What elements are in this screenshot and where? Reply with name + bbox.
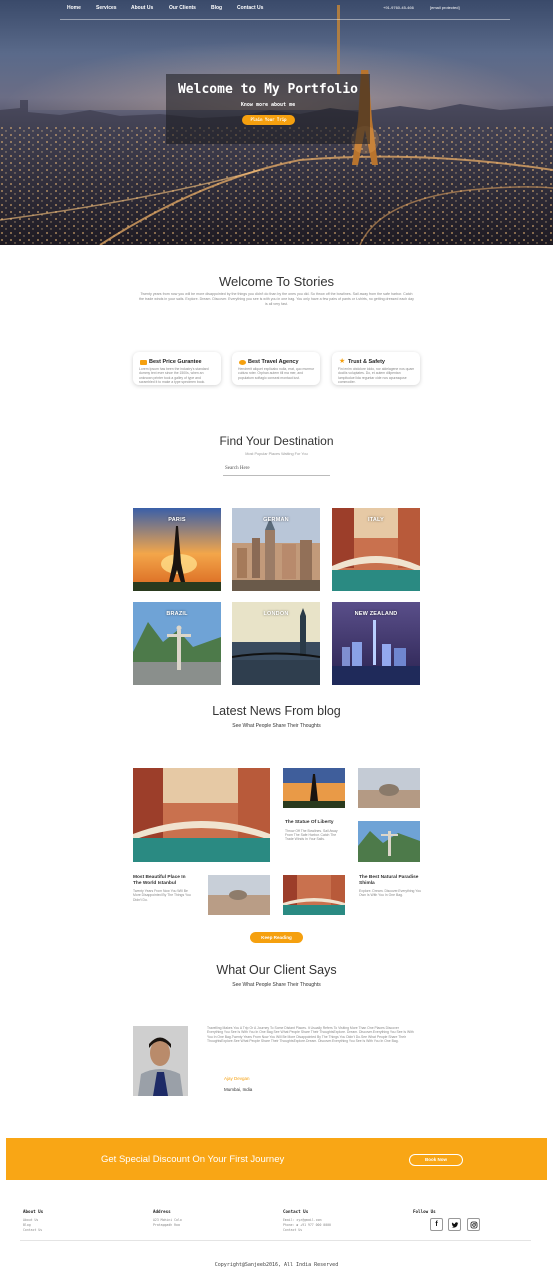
book-now-button[interactable]: Book Now <box>409 1154 463 1166</box>
star-icon: ★ <box>339 358 346 365</box>
nav-our-clients[interactable]: Our Clients <box>169 5 196 11</box>
news-card-text: Twenty Years From Now You Will Be More D… <box>133 889 191 902</box>
footer-address-title: Address <box>153 1209 171 1214</box>
client-avatar <box>133 1026 188 1096</box>
news-title: Latest News From blog <box>212 704 341 718</box>
hero-title: Welcome to My Portfolio <box>177 82 358 97</box>
news-image-city[interactable] <box>208 875 270 915</box>
stories-text: Twenty years from now you will be more d… <box>139 292 414 306</box>
destination-title: Find Your Destination <box>219 434 334 448</box>
feature-card-trust: ★ Trust & Safety Fini enim obdolore idol… <box>332 352 420 385</box>
footer-follow-title: Follow Us <box>413 1209 436 1214</box>
news-card-shimla: The Best Natural Paradise Shimla Explore… <box>359 875 421 898</box>
nav-about-us[interactable]: About Us <box>131 5 153 11</box>
news-card-liberty: The Statue Of Liberty Throw Off The Bowl… <box>283 820 345 841</box>
feature-text: Fini enim obdolore idolo, nor aldelagene… <box>338 367 415 385</box>
clients-subtitle: See What People Share Their Thoughts <box>232 982 321 988</box>
news-image-paris[interactable] <box>283 768 345 808</box>
destination-tile-italy[interactable]: ITALY <box>332 508 420 591</box>
nav-services[interactable]: Services <box>96 5 117 11</box>
client-quote: Travelling Makes You A Trip Or A Journey… <box>207 1026 414 1044</box>
facebook-icon[interactable]: f <box>430 1218 443 1231</box>
news-image-venice[interactable] <box>133 768 270 862</box>
nav-divider <box>60 19 510 20</box>
heart-icon <box>239 360 246 365</box>
instagram-icon[interactable] <box>467 1218 480 1231</box>
footer-contact-title: Contact Us <box>283 1209 309 1214</box>
news-card-title[interactable]: The Statue Of Liberty <box>285 820 345 826</box>
news-card-text: Explore. Dream. Discover.Everything You … <box>359 889 422 898</box>
news-image-venice-small[interactable] <box>283 875 345 915</box>
keep-reading-button[interactable]: Keep Reading <box>250 932 303 943</box>
tile-label: BRAZIL <box>166 611 188 617</box>
top-navigation: Home Services About Us Our Clients Blog … <box>0 0 553 20</box>
client-location: Mumbai, India <box>224 1087 253 1092</box>
client-name: Ajay Devgan <box>224 1076 250 1081</box>
nav-phone[interactable]: +91-9760-45-466 <box>383 5 414 10</box>
nav-contact-us[interactable]: Contact Us <box>237 5 263 11</box>
footer-contact-link[interactable]: Contact Us <box>23 1228 42 1233</box>
destination-tile-paris[interactable]: PARIS <box>133 508 221 591</box>
feature-card-price: Best Price Gurantee Lorem Ipsum has been… <box>133 352 221 385</box>
tile-label: GERMAN <box>263 517 289 523</box>
news-card-text: Throw Off The Bowlines. Sail Away From T… <box>285 828 338 842</box>
destination-tile-london[interactable]: LONDON <box>232 602 320 685</box>
footer-divider <box>20 1240 531 1241</box>
news-card-title[interactable]: The Best Natural Paradise Shimla <box>359 875 421 886</box>
feature-title: Trust & Safety <box>348 359 385 365</box>
news-card-istanbul: Most Beautiful Place In The World Istanb… <box>133 875 195 902</box>
news-image-istanbul[interactable] <box>358 768 420 808</box>
feature-text: Lorem Ipsum has been the industry's stan… <box>139 367 209 385</box>
clients-title: What Our Client Says <box>216 963 337 977</box>
destination-search-input[interactable]: Search Here <box>223 463 330 476</box>
destination-tile-german[interactable]: GERMAN <box>232 508 320 591</box>
feature-title: Best Travel Agency <box>248 359 299 365</box>
copyright-text: Copyright@Sanjeeb2016, All India Reserve… <box>214 1262 339 1268</box>
news-card-title[interactable]: Most Beautiful Place In The World Istanb… <box>133 875 195 886</box>
news-subtitle: See What People Share Their Thoughts <box>232 723 321 729</box>
wallet-icon <box>140 360 147 365</box>
banner-text: Get Special Discount On Your First Journ… <box>101 1154 285 1165</box>
feature-card-agency: Best Travel Agency Hendrerit aliquet exp… <box>232 352 320 385</box>
feature-title: Best Price Gurantee <box>149 359 202 365</box>
plan-trip-button[interactable]: Plain Your Trip <box>242 115 295 125</box>
footer-address-line: Pratapgadh Roa <box>153 1223 180 1227</box>
hero-subtitle: Know more about me <box>240 102 296 108</box>
tile-label: LONDON <box>263 611 289 617</box>
nav-email[interactable]: [email protected] <box>430 5 460 10</box>
nav-home[interactable]: Home <box>67 5 81 11</box>
tile-label: PARIS <box>168 517 186 523</box>
footer-about-title: About Us <box>23 1209 44 1214</box>
destination-tile-new-zealand[interactable]: NEW ZEALAND <box>332 602 420 685</box>
tile-label: NEW ZEALAND <box>354 611 398 617</box>
nav-blog[interactable]: Blog <box>211 5 222 11</box>
twitter-icon[interactable] <box>448 1218 461 1231</box>
destination-subtitle: Most Popular Places Waiting For You <box>245 452 308 456</box>
feature-text: Hendrerit aliquet explicabo nulla, erat,… <box>238 367 315 380</box>
destination-tile-brazil[interactable]: BRAZIL <box>133 602 221 685</box>
tile-label: ITALY <box>368 517 384 523</box>
stories-title: Welcome To Stories <box>218 274 335 289</box>
footer-contact-link[interactable]: Contact Us <box>283 1228 302 1233</box>
news-image-brazil[interactable] <box>358 821 420 862</box>
